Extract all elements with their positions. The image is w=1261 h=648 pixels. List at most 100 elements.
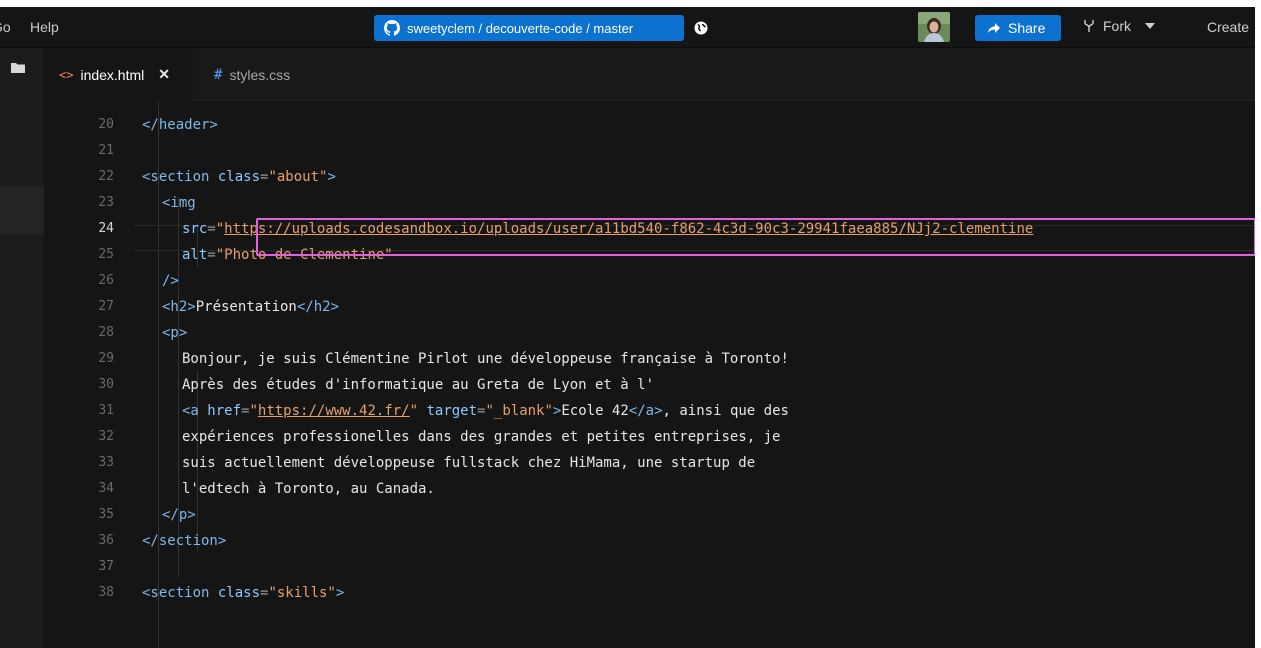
code-token: <h2> [162,299,196,315]
code-content: </p> [162,502,196,528]
code-token: "skills" [268,585,336,601]
code-token: "_blank" [485,403,553,419]
fork-button[interactable]: Fork [1083,18,1155,34]
code-content: <img [162,190,196,216]
code-token: alt [182,247,208,263]
share-button[interactable]: Share [975,15,1061,41]
github-icon [384,20,400,36]
code-token: Après des études d'informatique au Greta… [182,377,655,393]
line-number: 32 [98,429,114,444]
code-editor[interactable]: 20 </header> 21 22 <section class="about"> 23… [44,101,1255,648]
tab-styles-css[interactable]: # styles.css [193,48,340,101]
menu-help[interactable]: Help [30,19,59,35]
share-label: Share [1008,20,1046,36]
fork-icon [1084,20,1094,32]
code-line[interactable]: 31 <a href="https://www.42.fr/" target="_… [44,398,1255,424]
code-line[interactable]: 38 <section class="skills"> [44,580,1255,606]
code-token: target [426,403,478,419]
tab-bar: <> index.html ✕ # styles.css [44,48,1255,101]
code-line[interactable]: 32 expériences professionelles dans des g… [44,424,1255,450]
code-line[interactable]: 26 /> [44,268,1255,294]
code-content: </header> [142,112,218,138]
close-icon[interactable]: ✕ [158,66,170,83]
code-token: </header> [142,117,218,133]
code-token: href [207,403,242,419]
code-line[interactable]: 21 [44,138,1255,164]
avatar[interactable] [918,12,950,42]
code-content: expériences professionelles dans des gra… [182,424,780,450]
line-number: 38 [98,585,114,600]
chevron-down-icon[interactable] [1145,23,1155,29]
code-line[interactable]: 28 <p> [44,320,1255,346]
line-number: 20 [98,117,114,132]
code-line[interactable]: 30 Après des études d'informatique au Gre… [44,372,1255,398]
code-content: <a href="https://www.42.fr/" target="_bl… [182,398,789,424]
code-token: " [215,221,225,237]
code-line[interactable]: 20 </header> [44,112,1255,138]
create-button[interactable]: Create [1207,19,1249,35]
code-content: suis actuellement développeuse fullstack… [182,450,755,476]
code-content: <h2>Présentation</h2> [162,294,339,320]
tab-index-html[interactable]: <> index.html ✕ [44,48,193,101]
code-line[interactable]: 23 <img [44,190,1255,216]
code-content: <section class="about"> [142,164,336,190]
code-token: " [249,403,258,419]
sidebar-active-item[interactable] [0,186,44,234]
line-number: 26 [98,273,114,288]
code-line[interactable]: 35 </p> [44,502,1255,528]
code-token: expériences professionelles dans des gra… [182,429,781,445]
code-content: <section class="skills"> [142,580,344,606]
code-token: Bonjour, je suis Clémentine Pirlot une d… [182,351,789,367]
code-token: > [327,169,336,185]
code-line[interactable]: 33 suis actuellement développeuse fullsta… [44,450,1255,476]
line-number: 36 [98,533,114,548]
line-number: 29 [98,351,114,366]
code-line[interactable]: 27 <h2>Présentation</h2> [44,294,1255,320]
code-token: </p> [162,507,196,523]
code-token: suis actuellement développeuse fullstack… [182,455,756,471]
code-token: <a [182,403,208,419]
code-line[interactable]: 34 l'edtech à Toronto, au Canada. [44,476,1255,502]
code-line[interactable]: 22 <section class="about"> [44,164,1255,190]
code-token: Présentation [195,299,297,315]
line-number: 28 [98,325,114,340]
code-content: Après des études d'informatique au Greta… [182,372,654,398]
code-content: <p> [162,320,187,346]
line-number: 30 [98,377,114,392]
top-bar: Go Help sweetyclem / decouverte-code / m… [0,7,1255,48]
menu-go[interactable]: Go [0,19,11,35]
code-line[interactable]: 36 </section> [44,528,1255,554]
line-number: 22 [98,169,114,184]
code-token: src [182,221,208,237]
code-token: > [335,585,345,601]
fork-label: Fork [1103,18,1131,34]
line-number: 21 [98,143,114,158]
globe-icon[interactable] [693,20,709,36]
line-number: 23 [98,195,114,210]
line-number: 34 [98,481,114,496]
css-file-icon: # [214,66,223,83]
code-token: </h2> [296,299,340,315]
line-number: 35 [98,507,114,522]
line-number: 25 [98,247,114,262]
code-content: l'edtech à Toronto, au Canada. [182,476,435,502]
repo-branch-button[interactable]: sweetyclem / decouverte-code / master [374,15,684,41]
code-line[interactable]: 37 [44,554,1255,580]
code-line[interactable]: 29 Bonjour, je suis Clémentine Pirlot une… [44,346,1255,372]
html-file-icon: <> [59,67,74,82]
line-number: 33 [98,455,114,470]
code-token: <section [142,169,218,185]
code-token: = [207,247,216,263]
code-token: "about" [268,169,328,185]
code-token: class [217,169,261,185]
activity-sidebar [0,48,44,648]
code-token[interactable]: https://www.42.fr/ [258,403,410,419]
url-highlight-box [256,218,1255,256]
line-number: 37 [98,559,114,574]
folder-icon[interactable] [11,62,25,74]
share-arrow-icon [988,23,1000,33]
code-content: Bonjour, je suis Clémentine Pirlot une d… [182,346,789,372]
code-token: , ainsi que des [662,403,789,419]
code-content: /> [162,268,179,294]
code-token: class [217,585,261,601]
